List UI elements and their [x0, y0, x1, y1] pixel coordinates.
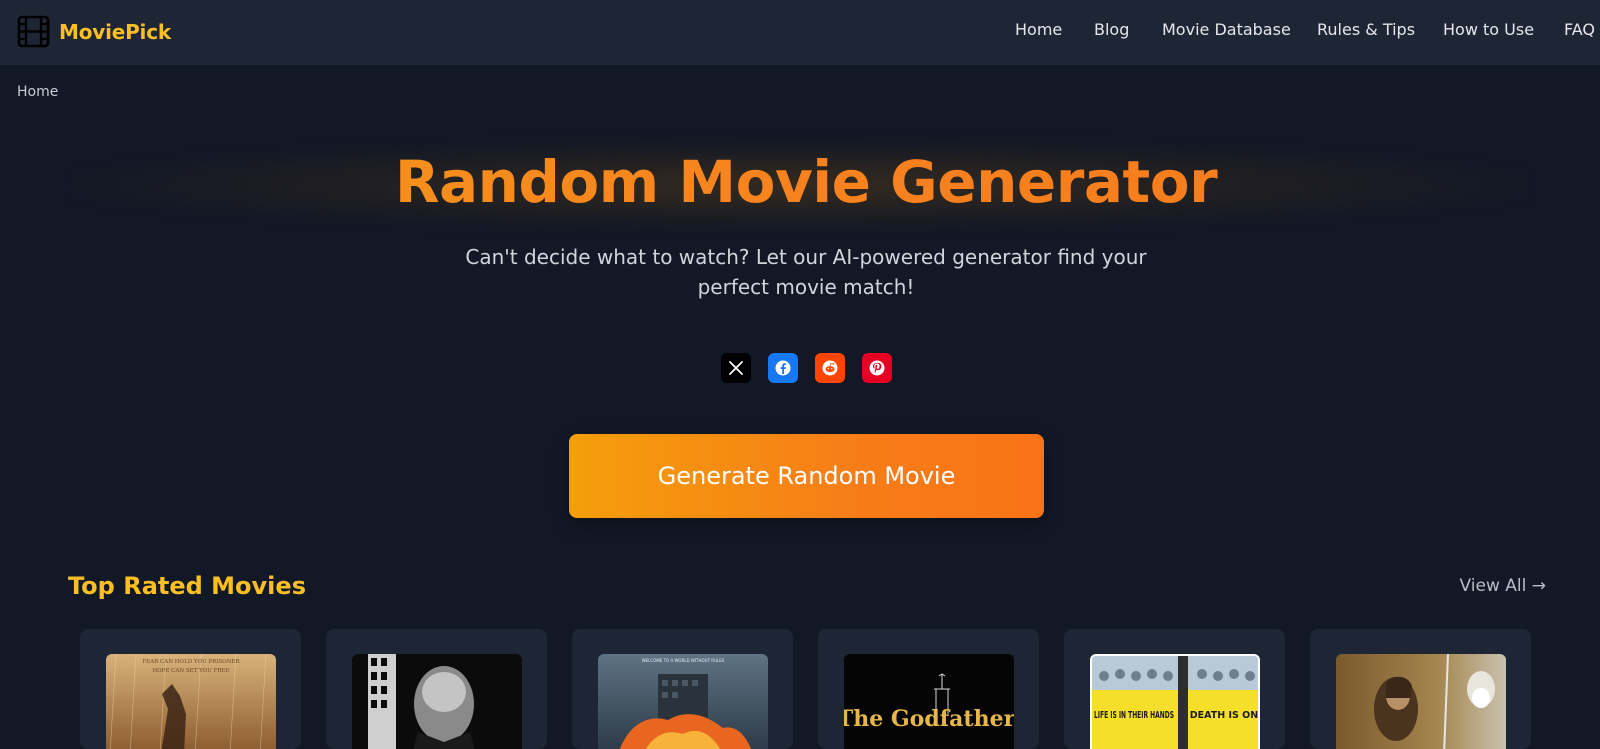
nav-blog[interactable]: Blog	[1094, 20, 1129, 39]
poster-title: The Godfather	[844, 706, 1014, 732]
breadcrumb: Home	[17, 84, 58, 100]
poster-return-of-the-king	[1336, 654, 1506, 749]
page-title: Random Movie Generator	[0, 148, 1600, 216]
facebook-icon	[775, 360, 791, 376]
poster-tagline-top: WELCOME TO A WORLD WITHOUT RULES	[642, 658, 725, 663]
share-pinterest-button[interactable]	[862, 353, 892, 383]
reddit-icon	[822, 360, 838, 376]
nav-faq[interactable]: FAQ	[1564, 20, 1595, 39]
main-nav: Home Blog Movie Database Rules & Tips Ho…	[0, 20, 1600, 44]
share-facebook-button[interactable]	[768, 353, 798, 383]
breadcrumb-home[interactable]: Home	[17, 84, 58, 100]
nav-rules-tips[interactable]: Rules & Tips	[1317, 20, 1415, 39]
movie-card[interactable]: FEAR CAN HOLD YOU PRISONER HOPE CAN SET …	[80, 629, 301, 749]
poster-tagline-top: LIFE IS IN THEIR HANDS	[1094, 710, 1174, 721]
movie-card[interactable]	[326, 629, 547, 749]
movie-card[interactable]: LIFE IS IN THEIR HANDS DEATH IS ON	[1064, 629, 1285, 749]
generate-random-movie-button[interactable]: Generate Random Movie	[569, 434, 1044, 518]
pinterest-icon	[869, 360, 885, 376]
movie-card[interactable]: WELCOME TO A WORLD WITHOUT RULES	[572, 629, 793, 749]
top-rated-movies-list: FEAR CAN HOLD YOU PRISONER HOPE CAN SET …	[0, 629, 1600, 749]
share-x-button[interactable]	[721, 353, 751, 383]
share-reddit-button[interactable]	[815, 353, 845, 383]
poster-godfather: The Godfather	[844, 654, 1014, 749]
view-all-link[interactable]: View All →	[1460, 576, 1546, 596]
poster-tagline-bottom: DEATH IS ON	[1190, 710, 1258, 721]
movie-card[interactable]	[1310, 629, 1531, 749]
poster-godfather-brando	[352, 654, 522, 749]
top-navbar: MoviePick Home Blog Movie Database Rules…	[0, 0, 1600, 65]
nav-home[interactable]: Home	[1015, 20, 1062, 39]
x-icon	[729, 361, 743, 375]
poster-tagline-top: FEAR CAN HOLD YOU PRISONER	[142, 659, 240, 665]
poster-shawshank: FEAR CAN HOLD YOU PRISONER HOPE CAN SET …	[106, 654, 276, 749]
movie-card[interactable]: The Godfather	[818, 629, 1039, 749]
hero-subtitle: Can't decide what to watch? Let our AI-p…	[465, 245, 1147, 299]
top-rated-title: Top Rated Movies	[68, 572, 306, 600]
nav-movie-database[interactable]: Movie Database	[1162, 20, 1291, 39]
poster-dark-knight: WELCOME TO A WORLD WITHOUT RULES	[598, 654, 768, 749]
nav-how-to-use[interactable]: How to Use	[1443, 20, 1534, 39]
poster-tagline-bottom: HOPE CAN SET YOU FREE	[152, 668, 229, 674]
poster-12-angry-men: LIFE IS IN THEIR HANDS DEATH IS ON	[1090, 654, 1260, 749]
